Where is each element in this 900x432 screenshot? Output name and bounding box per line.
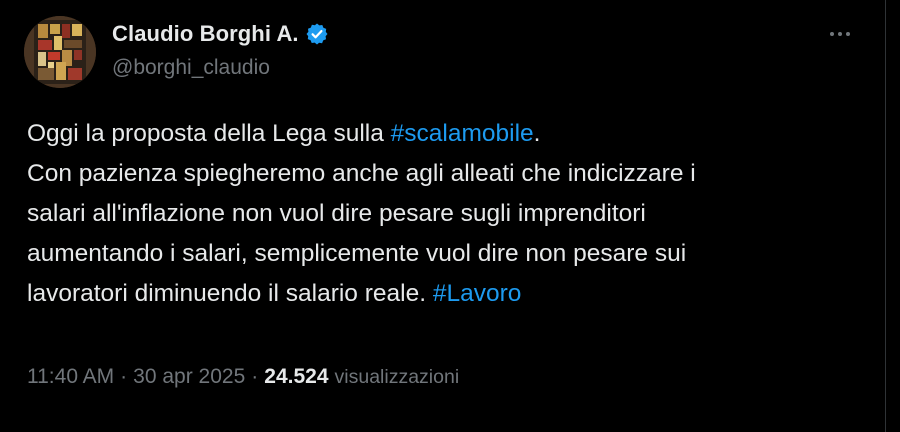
meta-separator: · xyxy=(251,365,259,388)
avatar-painting-image xyxy=(24,16,96,88)
tweet-time-link[interactable]: 11:40 AM xyxy=(27,365,114,389)
avatar[interactable] xyxy=(24,16,96,88)
more-options-icon xyxy=(830,32,850,36)
author-name-row: Claudio Borghi A. xyxy=(112,19,329,49)
verified-badge-icon[interactable] xyxy=(305,22,329,46)
more-options-button[interactable] xyxy=(824,22,856,46)
column-divider xyxy=(885,0,886,432)
tweet-card: Claudio Borghi A. @borghi_claudio Oggi l… xyxy=(0,0,886,432)
author-handle[interactable]: @borghi_claudio xyxy=(112,56,270,80)
tweet-date-link[interactable]: 30 apr 2025 xyxy=(133,365,245,389)
tweet-metadata: 11:40 AM · 30 apr 2025 · 24.524 visualiz… xyxy=(27,365,459,389)
hashtag-link-scalamobile[interactable]: #scalamobile xyxy=(391,120,534,147)
tweet-text-segment: Oggi la proposta della Lega sulla xyxy=(27,120,391,147)
views-label: visualizzazioni xyxy=(334,366,460,388)
author-display-name[interactable]: Claudio Borghi A. xyxy=(112,21,299,47)
hashtag-link-lavoro[interactable]: #Lavoro xyxy=(433,280,522,307)
views-count[interactable]: 24.524 xyxy=(264,365,328,389)
tweet-text-segment: . Con pazienza spiegheremo anche agli al… xyxy=(27,120,696,307)
meta-separator: · xyxy=(120,365,128,388)
tweet-text: Oggi la proposta della Lega sulla #scala… xyxy=(27,114,867,314)
